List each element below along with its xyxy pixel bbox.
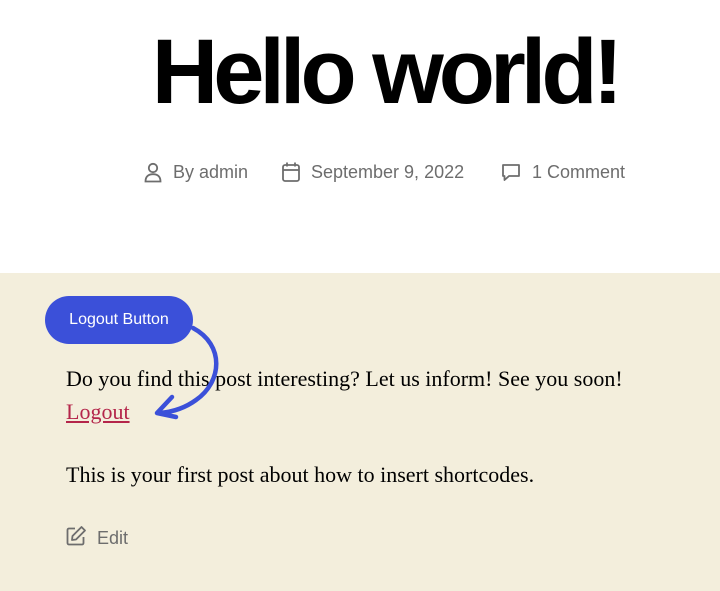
meta-date: September 9, 2022 xyxy=(281,158,464,186)
edit-label[interactable]: Edit xyxy=(97,528,128,549)
intro-text: Do you find this post interesting? Let u… xyxy=(66,366,623,391)
person-icon xyxy=(143,161,163,183)
date-text[interactable]: September 9, 2022 xyxy=(311,162,464,182)
comment-icon xyxy=(500,161,522,183)
comments-text[interactable]: 1 Comment xyxy=(532,162,625,182)
paragraph-shortcodes: This is your first post about how to ins… xyxy=(66,462,535,487)
author-link[interactable]: By admin xyxy=(173,162,248,183)
comments-link[interactable]: 1 Comment xyxy=(532,162,625,183)
logout-link[interactable]: Logout xyxy=(66,399,130,424)
date-link[interactable]: September 9, 2022 xyxy=(311,162,464,183)
paragraph-intro: Do you find this post interesting? Let u… xyxy=(66,362,623,428)
post-meta: By admin September 9, 2022 1 Comment xyxy=(0,158,720,186)
author-text[interactable]: By admin xyxy=(173,162,248,182)
post-title: Hello world! xyxy=(151,21,623,123)
edit-icon xyxy=(65,525,87,552)
post-header: Hello world! By admin September 9, 2022 … xyxy=(0,0,720,273)
calendar-icon xyxy=(281,161,301,183)
logout-button-annotation: Logout Button xyxy=(45,296,193,344)
edit-post-link[interactable]: Edit xyxy=(65,525,128,551)
meta-author: By admin xyxy=(143,158,248,186)
meta-comments: 1 Comment xyxy=(500,158,625,186)
